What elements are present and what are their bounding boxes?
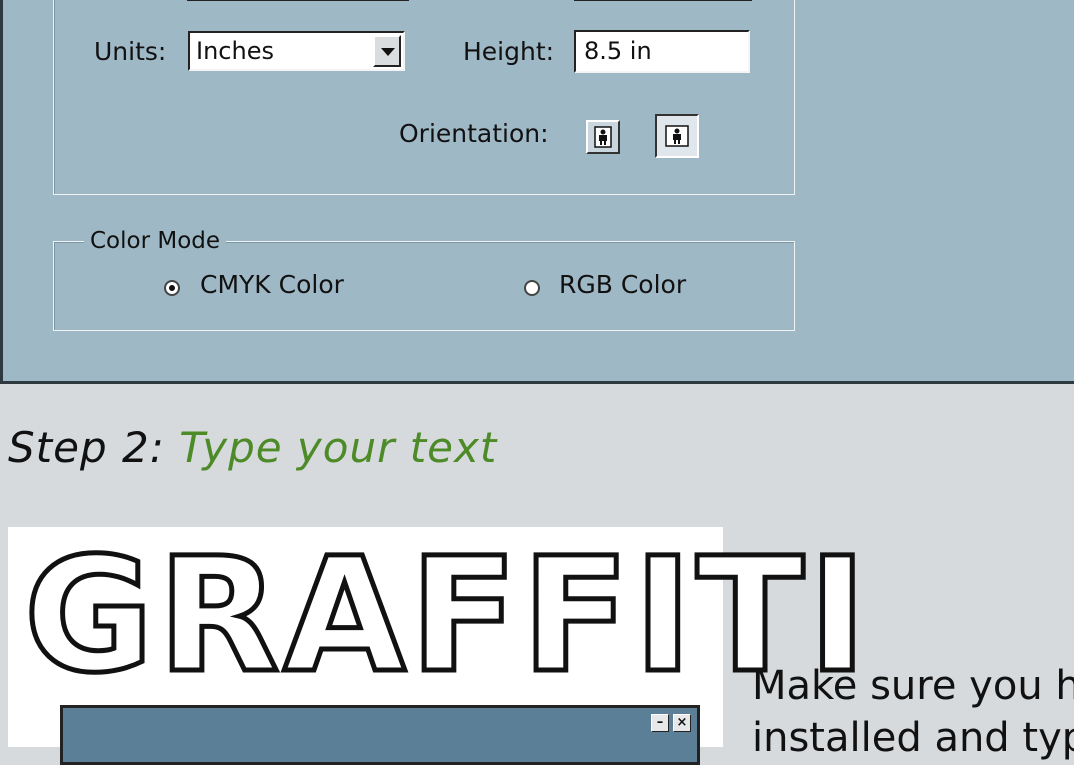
height-input[interactable]: 8.5 in xyxy=(574,30,750,73)
graffiti-word: GRAFFITI xyxy=(22,524,871,708)
rgb-radio[interactable] xyxy=(524,280,540,296)
units-select-value: Inches xyxy=(196,37,274,65)
rgb-label[interactable]: RGB Color xyxy=(559,269,686,301)
cmyk-label[interactable]: CMYK Color xyxy=(200,269,344,301)
height-input-value: 8.5 in xyxy=(584,37,652,65)
portrait-orientation-button[interactable] xyxy=(586,120,620,154)
graffiti-panel: GRAFFITI – × xyxy=(8,527,869,765)
field-edge xyxy=(574,0,752,1)
portrait-icon xyxy=(594,126,612,148)
instruction-note: Make sure you h installed and typ xyxy=(752,660,1074,764)
cmyk-radio[interactable] xyxy=(164,280,180,296)
note-line-2: installed and typ xyxy=(752,715,1074,761)
units-select[interactable]: Inches xyxy=(188,31,405,71)
landscape-orientation-button[interactable] xyxy=(655,114,699,158)
units-label: Units: xyxy=(94,37,167,66)
note-line-1: Make sure you h xyxy=(752,663,1074,709)
new-document-dialog: Units: Inches Height: 8.5 in Orientation… xyxy=(0,0,1074,384)
step-title: Type your text xyxy=(179,423,498,472)
step-heading: Step 2: Type your text xyxy=(8,420,497,476)
minimize-icon[interactable]: – xyxy=(651,714,669,732)
mini-window: – × xyxy=(60,705,700,765)
chevron-down-icon[interactable] xyxy=(373,35,401,67)
close-icon[interactable]: × xyxy=(673,714,691,732)
landscape-icon xyxy=(665,125,689,147)
height-label: Height: xyxy=(463,37,555,66)
step-number: Step 2: xyxy=(8,423,165,472)
orientation-label: Orientation: xyxy=(399,119,549,148)
width-field-edge xyxy=(187,0,409,1)
color-mode-legend: Color Mode xyxy=(84,226,227,256)
